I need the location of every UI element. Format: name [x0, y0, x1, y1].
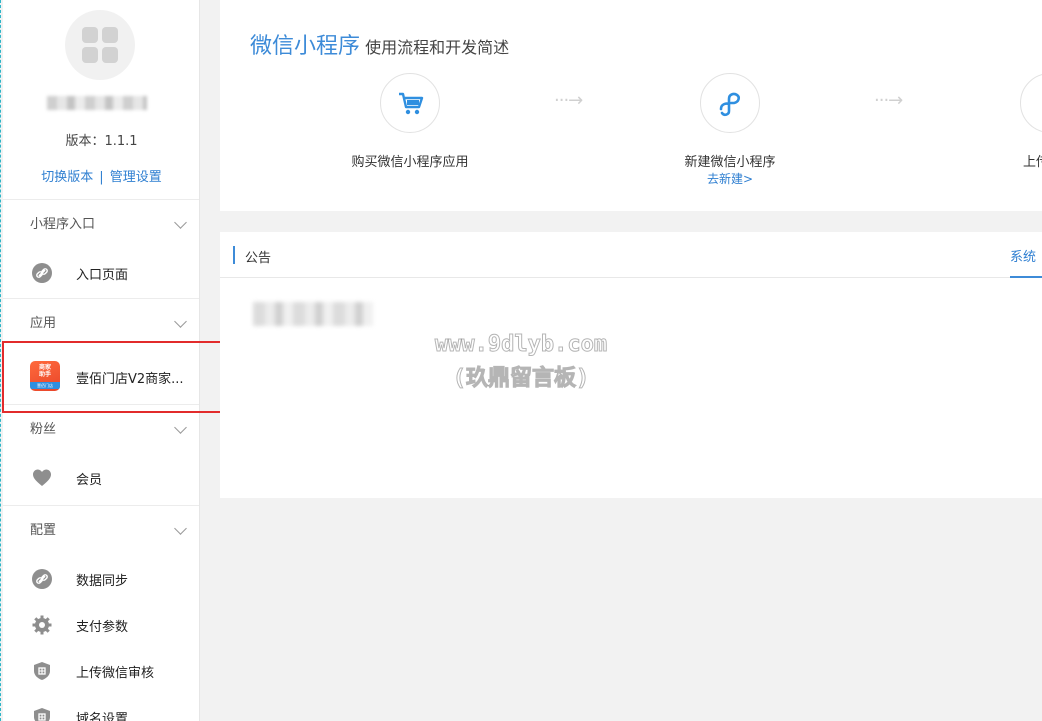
sidebar-item-members[interactable]: 会员	[3, 455, 199, 501]
step-title: 购买微信小程序应用	[351, 155, 469, 170]
sidebar-item-label: 上传微信审核	[76, 666, 155, 681]
step-circle	[700, 73, 760, 133]
shield-icon	[34, 708, 50, 721]
notice-card: 公告 系统	[220, 232, 1042, 498]
cart-icon	[399, 92, 424, 115]
link-icon	[32, 263, 52, 283]
arrow-icon: ···→	[554, 90, 583, 111]
chevron-down-icon	[174, 421, 187, 434]
title-sub: 使用流程和开发简述	[365, 38, 510, 57]
chevron-down-icon	[174, 522, 187, 535]
section-label: 小程序入口	[30, 217, 96, 232]
sidebar-item-entry-page[interactable]: 入口页面	[3, 250, 199, 296]
chevron-down-icon	[174, 216, 187, 229]
step-buy[interactable]: 购买微信小程序应用	[330, 73, 490, 170]
grid-square	[102, 47, 118, 63]
manage-settings-link[interactable]: 管理设置	[110, 170, 162, 185]
switch-version-link[interactable]: 切换版本	[41, 170, 93, 185]
notice-header: 公告 系统	[220, 232, 1042, 278]
mini-program-icon	[719, 92, 740, 117]
sidebar-item-label: 域名设置	[76, 712, 129, 721]
sidebar-item-payment[interactable]: 支付参数	[3, 602, 199, 648]
step-upload[interactable]: 上传	[1020, 73, 1042, 170]
tab-system[interactable]: 系统	[1010, 246, 1042, 278]
grid-square	[82, 27, 98, 43]
accent-bar	[233, 246, 235, 264]
create-new-link[interactable]: 去新建>	[650, 170, 810, 187]
version-text: 版本：1.1.1	[65, 134, 138, 149]
section-label: 配置	[30, 523, 57, 538]
section-label: 粉丝	[30, 422, 57, 437]
section-title-config[interactable]: 配置	[3, 506, 199, 556]
gear-icon	[32, 615, 52, 635]
step-title: 新建微信小程序	[684, 155, 776, 170]
section-entry: 小程序入口 入口页面	[3, 200, 199, 299]
sidebar-item-label: 入口页面	[76, 268, 129, 283]
version-links: 切换版本 | 管理设置	[3, 166, 199, 185]
link-separator: |	[99, 170, 104, 185]
section-label: 应用	[30, 316, 57, 331]
section-fans: 粉丝 会员	[3, 405, 199, 506]
sidebar-item-wechat-review[interactable]: 上传微信审核	[3, 648, 199, 694]
sidebar-item-label: 数据同步	[76, 574, 129, 589]
heart-icon	[33, 469, 51, 486]
step-circle	[1020, 73, 1042, 133]
step-title: 上传	[1023, 155, 1042, 170]
shield-icon	[34, 662, 50, 680]
app-logo	[65, 10, 135, 80]
step-circle	[380, 73, 440, 133]
notice-title: 公告	[245, 251, 272, 266]
grid-square	[102, 27, 118, 43]
section-config: 配置 数据同步 支付参数 上传微信审核 域名设置	[3, 506, 199, 721]
notice-content-redacted	[253, 302, 373, 326]
section-title-entry[interactable]: 小程序入口	[3, 200, 199, 250]
app-header: 版本：1.1.1 切换版本 | 管理设置	[3, 0, 199, 200]
page-title: 微信小程序 使用流程和开发简述	[250, 28, 509, 60]
link-icon	[32, 569, 52, 589]
app-name-redacted	[47, 96, 147, 110]
title-main: 微信小程序	[250, 34, 361, 59]
red-highlight-box	[2, 341, 245, 413]
grid-square	[82, 47, 98, 63]
sidebar-item-data-sync[interactable]: 数据同步	[3, 556, 199, 602]
process-card: 微信小程序 使用流程和开发简述 购买微信小程序应用 ···→ 新建微信小程序 去…	[220, 0, 1042, 211]
sidebar-item-label: 会员	[76, 473, 103, 488]
chevron-down-icon	[174, 315, 187, 328]
step-create[interactable]: 新建微信小程序 去新建>	[650, 73, 810, 187]
arrow-icon: ···→	[874, 90, 903, 111]
sidebar-item-domain[interactable]: 域名设置	[3, 694, 199, 721]
sidebar-item-label: 支付参数	[76, 620, 129, 635]
